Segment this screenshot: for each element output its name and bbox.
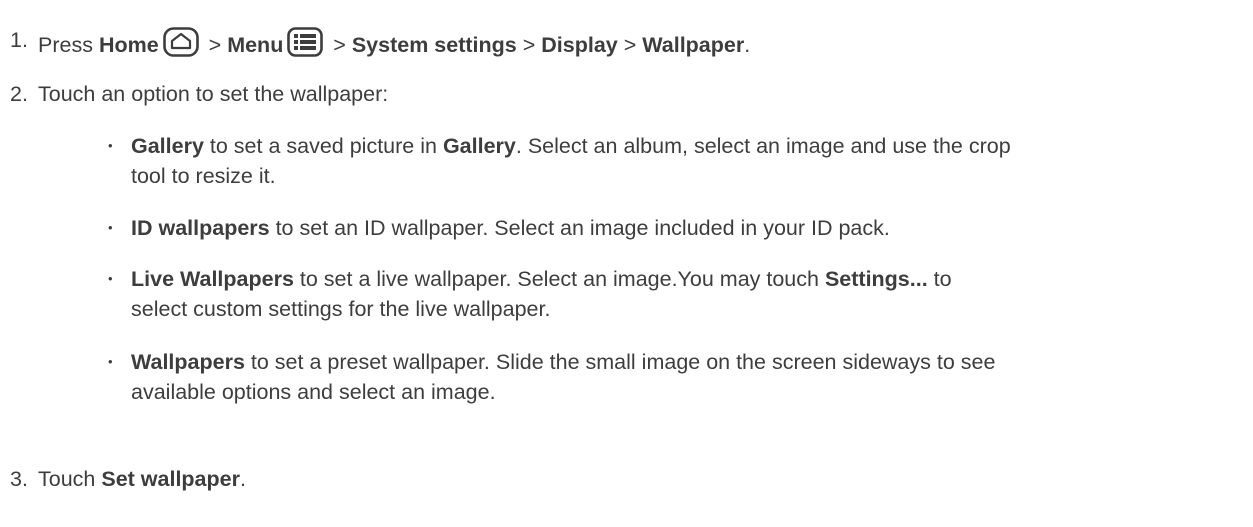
step-number: 1. — [10, 28, 28, 52]
step-text: Touch an option to set the wallpaper: — [38, 82, 389, 106]
step-number: 3. — [10, 467, 28, 491]
option-id-wallpapers: • ID wallpapers to set an ID wallpaper. … — [108, 213, 1228, 243]
set-wallpaper-label: Set wallpaper — [101, 467, 240, 491]
option-live-wallpapers: • Live Wallpapers to set a live wallpape… — [108, 264, 1228, 326]
menu-label: Menu — [227, 33, 284, 57]
step-number: 2. — [10, 82, 28, 106]
step-text: Touch Set wallpaper. — [38, 467, 246, 491]
bullet-dot: • — [108, 271, 113, 286]
option-text: Live Wallpapers to set a live wallpaper.… — [131, 267, 952, 321]
option-text: Gallery to set a saved picture in Galler… — [131, 134, 1011, 188]
option-text: Wallpapers to set a preset wallpaper. Sl… — [131, 350, 996, 404]
bullet-dot: • — [108, 354, 113, 369]
system-settings-label: System settings — [351, 33, 517, 57]
instructions-document: 1. Press Home > Menu > System settings >… — [0, 0, 1253, 527]
home-label: Home — [98, 33, 159, 57]
option-wallpapers: • Wallpapers to set a preset wallpaper. … — [108, 347, 1228, 409]
option-text: ID wallpapers to set an ID wallpaper. Se… — [131, 216, 890, 240]
step-text: Press Home > Menu > System settings > Di… — [38, 27, 750, 63]
bullet-dot: • — [108, 220, 113, 235]
menu-icon — [287, 27, 324, 63]
option-gallery: • Gallery to set a saved picture in Gall… — [108, 131, 1228, 193]
bullet-dot: • — [108, 138, 113, 153]
wallpaper-label: Wallpaper — [642, 33, 745, 57]
home-icon — [162, 27, 199, 63]
display-label: Display — [541, 33, 618, 57]
